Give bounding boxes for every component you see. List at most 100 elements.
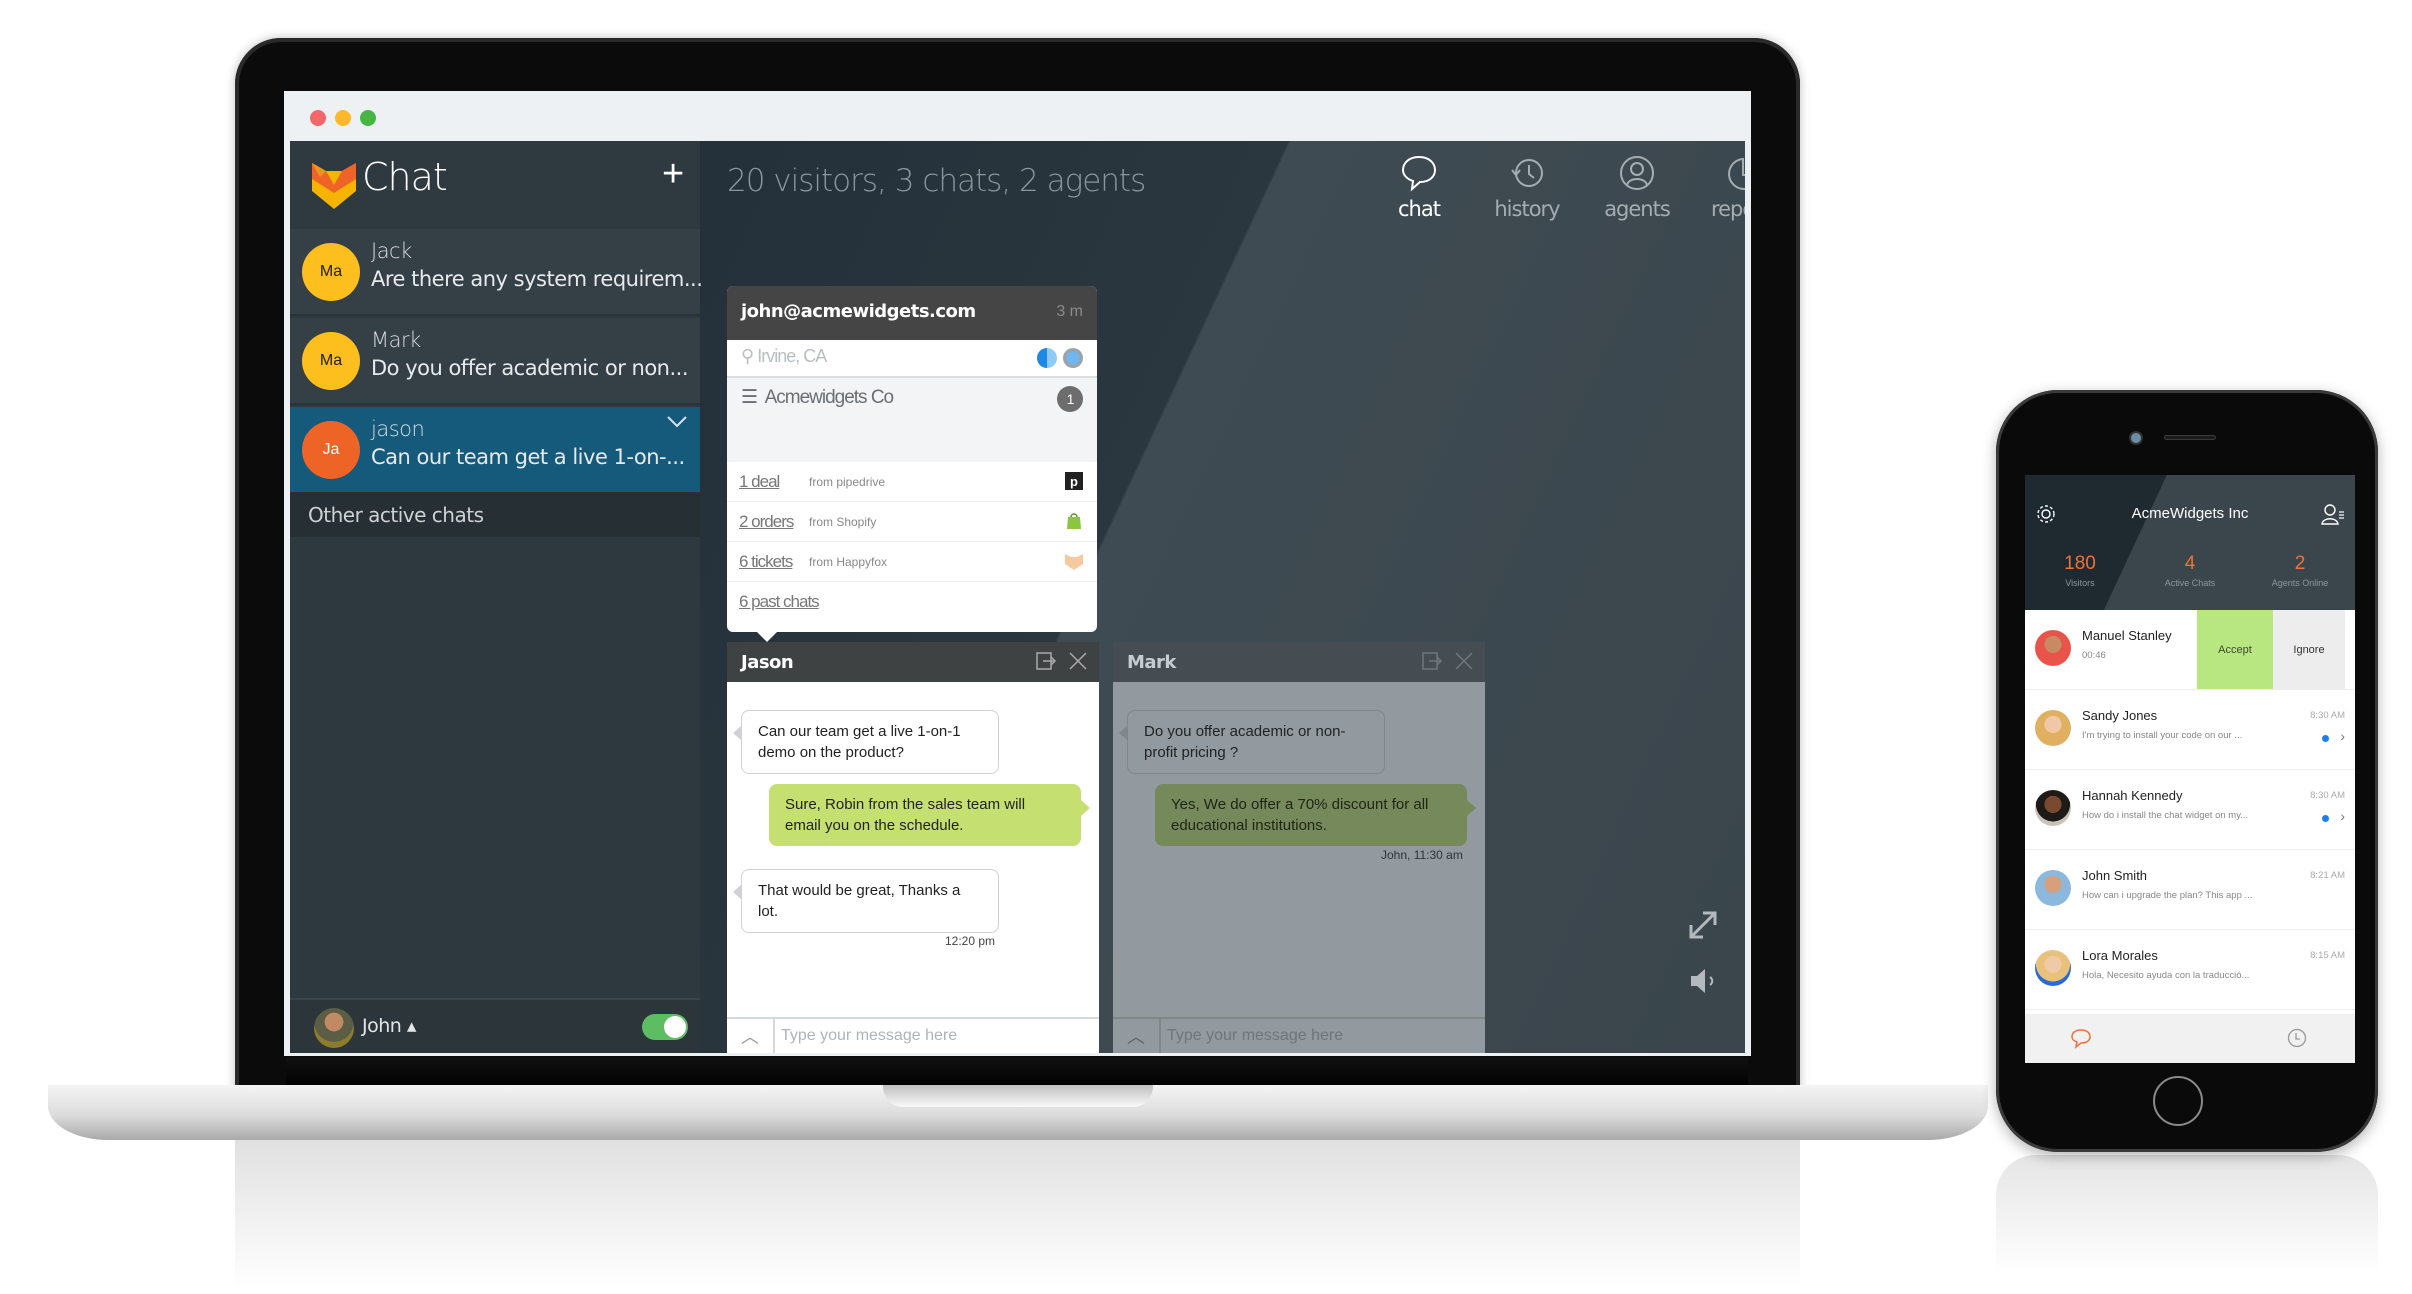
history-tab-icon[interactable] [2286,1027,2308,1049]
integration-row: 1 deal from pipedrive p [727,462,1097,502]
chevron-up-icon[interactable]: ︿ [1113,1019,1161,1053]
stat-label: Agents Online [2271,578,2329,588]
chat-list-item[interactable]: Ma Mark Do you offer academic or non... [290,318,700,405]
stat-active-chats: 4 Active Chats [2135,553,2245,588]
transfer-chat-icon[interactable] [1421,650,1443,672]
phone-tab-bar [2025,1014,2355,1063]
message-input[interactable] [775,1019,1099,1053]
chevron-up-icon[interactable]: ︿ [727,1019,775,1053]
minimize-window-button[interactable] [335,110,351,126]
nav-reports[interactable]: reports [1695,153,1745,221]
window-titlebar [284,91,1751,141]
history-icon [1511,159,1543,187]
message-outgoing: Sure, Robin from the sales team will ema… [769,784,1090,846]
chat-list-item-active[interactable]: Ja jason Can our team get a live 1-on-..… [290,407,700,494]
close-icon[interactable] [1453,650,1475,672]
user-name[interactable]: John ▴ [362,1015,416,1037]
chat-list-item[interactable]: Ma Jack Are there any system requirem... [290,229,703,316]
visitor-company: ☰ Acmewidgets Co 1 [727,378,1097,462]
laptop-screen: Chat + Ma Jack Are there any system requ… [284,91,1751,1056]
app-title: Chat [362,155,448,199]
visitor-photo [2035,790,2071,826]
close-window-button[interactable] [310,110,326,126]
finder-os-icon [1037,348,1057,368]
product-showcase: Chat + Ma Jack Are there any system requ… [0,0,2412,1294]
nav-label: chat [1398,197,1441,221]
sidebar-header: Chat + [290,141,700,229]
unread-indicator [2322,735,2329,742]
integration-source: from pipedrive [809,474,886,489]
close-icon[interactable] [1067,650,1089,672]
message-outgoing: Yes, We do offer a 70% discount for all … [1155,784,1476,846]
unread-indicator [2322,815,2329,822]
nav-label: agents [1604,197,1671,221]
sidebar: Chat + Ma Jack Are there any system requ… [290,141,703,1053]
past-chats-link[interactable]: 6 past chats [739,592,820,612]
stat-value: 2 [2294,553,2306,574]
message-composer: ︿ [727,1017,1099,1053]
message-incoming: Can our team get a live 1-on-1 demo on t… [733,710,999,774]
svg-text:p: p [1070,474,1078,489]
message-preview: How do i install the chat widget on my..… [2082,810,2249,821]
nav-agents[interactable]: agents [1587,153,1687,221]
stat-visitors: 180 Visitors [2025,553,2135,588]
integration-source: from Shopify [809,514,877,529]
integration-source: from Happyfox [809,554,888,569]
conversation-item[interactable]: Lora Morales Hola, Necesito ayuda con la… [2025,930,2355,1010]
sidebar-footer: John ▴ [290,998,700,1053]
happyfox-icon [1065,554,1083,570]
visitor-name: Hannah Kennedy [2082,788,2183,803]
ignore-button[interactable]: Ignore [2273,610,2345,689]
avatar: Ma [302,243,360,301]
chat-item-name: jason [371,417,425,441]
nav-label: history [1494,197,1560,221]
conversation-item[interactable]: Hannah Kennedy How do i install the chat… [2025,770,2355,850]
chat-window-jason: Jason Can our team get a live 1-on-1 dem… [727,642,1099,1053]
caret-up-icon: ▴ [406,1015,417,1037]
visitor-name: Lora Morales [2082,948,2158,963]
visitor-photo [2035,950,2071,986]
transfer-chat-icon[interactable] [1035,650,1057,672]
zoom-window-button[interactable] [360,110,376,126]
visitor-location: ⚲ Irvine, CA [727,340,1097,378]
message-timestamp: 12:20 pm [945,934,996,948]
reports-pie-icon [1728,157,1745,190]
message-time: 8:15 AM [2310,950,2345,961]
pipedrive-icon: p [1065,472,1083,490]
chat-window-controls [1421,650,1475,672]
conversation-item[interactable]: John Smith How can i upgrade the plan? T… [2025,850,2355,930]
tickets-link[interactable]: 6 tickets [739,552,809,572]
new-chat-button[interactable]: + [662,155,684,193]
chat-window-title: Jason [741,652,794,673]
chat-tab-icon[interactable] [2070,1027,2092,1049]
chevron-down-icon[interactable] [666,415,688,429]
accept-button[interactable]: Accept [2197,610,2273,689]
message-time: 8:30 AM [2310,710,2345,721]
online-status-toggle[interactable] [642,1014,688,1040]
conversation-item[interactable]: Sandy Jones I'm trying to install your c… [2025,690,2355,770]
other-active-chats-header[interactable]: Other active chats [290,493,700,537]
chat-item-preview: Can our team get a live 1-on-... [371,445,685,469]
deals-link[interactable]: 1 deal [739,472,809,492]
message-preview: Hola, Necesito ayuda con la traducció... [2082,970,2250,981]
user-avatar[interactable] [314,1008,354,1048]
avatar: Ma [302,332,360,390]
past-chats-row: 6 past chats [727,582,1097,622]
agents-icon [1620,156,1654,190]
chat-item-preview: Do you offer academic or non... [371,356,689,380]
message-input[interactable] [1161,1019,1485,1053]
nav-chat[interactable]: chat [1369,153,1469,221]
phone-home-button[interactable] [2153,1076,2203,1126]
incoming-chat-request: Manuel Stanley 00:46 Accept Ignore [2025,610,2355,690]
visitor-stats: 20 visitors, 3 chats, 2 agents [727,163,1146,199]
laptop-reflection [235,1140,1800,1290]
sound-icon[interactable] [1683,961,1723,1001]
nav-label: reports [1710,197,1745,221]
orders-link[interactable]: 2 orders [739,512,809,532]
chat-window-mark: Mark Do you offer academic or non-profit… [1113,642,1485,1053]
agent-list-icon[interactable] [2321,503,2345,525]
fullscreen-expand-icon[interactable] [1683,905,1723,945]
chat-bubble-icon [1401,155,1437,192]
nav-history[interactable]: history [1477,153,1577,221]
chat-window-header: Jason [727,642,1099,682]
